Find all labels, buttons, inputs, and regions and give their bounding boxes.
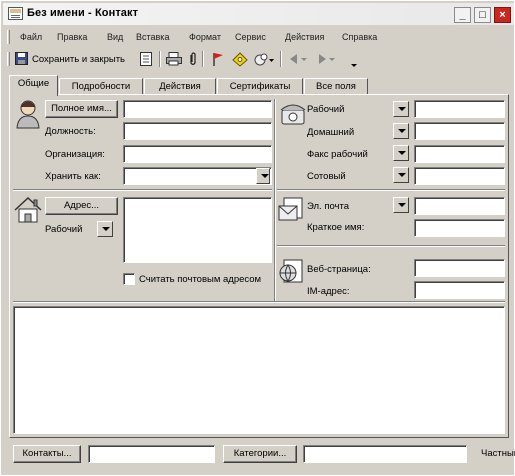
section-divider: [277, 245, 505, 247]
menu-edit[interactable]: Правка: [57, 32, 87, 42]
toolbar-options-icon[interactable]: [349, 52, 359, 67]
menu-help[interactable]: Справка: [342, 32, 377, 42]
job-title-label: Должность:: [45, 126, 96, 137]
chevron-down-icon[interactable]: [256, 168, 270, 184]
display-map-icon[interactable]: [253, 52, 275, 67]
tab-details[interactable]: Подробности: [59, 78, 143, 95]
save-icon[interactable]: [15, 52, 29, 67]
categories-icon[interactable]: [232, 52, 248, 67]
mobile-phone-field[interactable]: [414, 167, 505, 185]
file-as-combo[interactable]: [123, 167, 272, 185]
phone-type-dropdown[interactable]: [393, 123, 409, 139]
tab-general[interactable]: Общие: [9, 75, 58, 96]
menu-actions[interactable]: Действия: [285, 32, 324, 42]
house-icon: [13, 196, 43, 227]
address-type-dropdown[interactable]: [97, 221, 113, 237]
private-clip: Частный: [477, 446, 515, 462]
print-icon[interactable]: [166, 52, 182, 67]
phone-label-mobile: Сотовый: [307, 171, 346, 182]
menu-insert[interactable]: Вставка: [136, 32, 169, 42]
contacts-button[interactable]: Контакты...: [13, 445, 81, 463]
flag-icon[interactable]: [212, 52, 228, 67]
business-phone-field[interactable]: [414, 100, 505, 118]
business-fax-field[interactable]: [414, 145, 505, 163]
address-type-label: Рабочий: [45, 224, 83, 235]
address-textarea[interactable]: [123, 197, 272, 263]
tab-strip: Общие Подробности Действия Сертификаты В…: [9, 75, 509, 96]
menu-view[interactable]: Вид: [107, 32, 123, 42]
email-label: Эл. почта: [307, 201, 350, 212]
toolbar-separator: [280, 51, 282, 67]
new-item-icon[interactable]: [139, 52, 155, 67]
display-as-label: Краткое имя:: [307, 222, 365, 233]
menu-format[interactable]: Формат: [189, 32, 221, 42]
categories-field[interactable]: [303, 445, 467, 463]
menu-grip[interactable]: [7, 30, 10, 44]
company-label: Организация:: [45, 149, 105, 160]
column-divider: [274, 99, 276, 301]
categories-button[interactable]: Категории...: [223, 445, 297, 463]
tab-activities[interactable]: Действия: [144, 78, 216, 95]
mailing-address-label: Считать почтовым адресом: [139, 274, 262, 285]
mailing-address-checkbox[interactable]: [123, 273, 135, 285]
web-page-field[interactable]: [414, 259, 505, 277]
im-address-label: IM-адрес:: [307, 286, 350, 297]
email-envelope-icon: [278, 196, 304, 227]
email-field[interactable]: [414, 197, 505, 215]
menu-bar: Файл Правка Вид Вставка Формат Сервис Де…: [3, 28, 514, 46]
tab-all-fields[interactable]: Все поля: [304, 78, 368, 95]
im-address-field[interactable]: [414, 281, 505, 299]
standard-toolbar: Сохранить и закрыть: [3, 47, 514, 71]
display-as-field[interactable]: [414, 219, 505, 237]
window-title: Без имени - Контакт: [27, 7, 139, 19]
phone-type-dropdown[interactable]: [393, 101, 409, 117]
contact-window: Без имени - Контакт _ □ × Файл Правка Ви…: [0, 0, 515, 476]
web-page-label: Веб-страница:: [307, 264, 371, 275]
phone-label-business: Рабочий: [307, 104, 345, 115]
full-name-field[interactable]: [123, 100, 272, 118]
job-title-field[interactable]: [123, 122, 272, 140]
telephone-icon: [280, 100, 306, 131]
address-button[interactable]: Адрес...: [45, 197, 118, 215]
minimize-button[interactable]: _: [454, 7, 471, 23]
next-item-icon[interactable]: [317, 52, 337, 67]
phone-type-dropdown[interactable]: [393, 167, 409, 183]
toolbar-separator: [159, 51, 161, 67]
menu-tools[interactable]: Сервис: [235, 32, 266, 42]
person-icon: [15, 99, 41, 132]
email-type-dropdown[interactable]: [393, 197, 409, 213]
file-as-label: Хранить как:: [45, 171, 101, 182]
maximize-button[interactable]: □: [474, 7, 491, 23]
toolbar-separator: [202, 51, 204, 67]
web-globe-icon: [278, 258, 304, 289]
notes-divider: [13, 301, 505, 303]
company-field[interactable]: [123, 145, 272, 163]
phone-label-home: Домашний: [307, 127, 355, 138]
section-divider: [277, 189, 505, 191]
private-label[interactable]: Частный: [481, 448, 515, 459]
home-phone-field[interactable]: [414, 122, 505, 140]
tab-certificates[interactable]: Сертификаты: [217, 78, 303, 95]
title-bar[interactable]: Без имени - Контакт _ □ ×: [3, 3, 514, 25]
phone-type-dropdown[interactable]: [393, 145, 409, 161]
close-button[interactable]: ×: [494, 7, 511, 23]
save-and-close-button[interactable]: Сохранить и закрыть: [32, 54, 125, 65]
contact-card-icon: [8, 7, 23, 20]
contacts-field[interactable]: [88, 445, 215, 463]
previous-item-icon[interactable]: [289, 52, 309, 67]
notes-textarea[interactable]: [13, 306, 505, 434]
full-name-button[interactable]: Полное имя...: [45, 100, 118, 118]
toolbar-grip[interactable]: [7, 52, 10, 66]
phone-label-business-fax: Факс рабочий: [307, 149, 368, 160]
menu-file[interactable]: Файл: [20, 32, 42, 42]
section-divider: [13, 189, 272, 191]
